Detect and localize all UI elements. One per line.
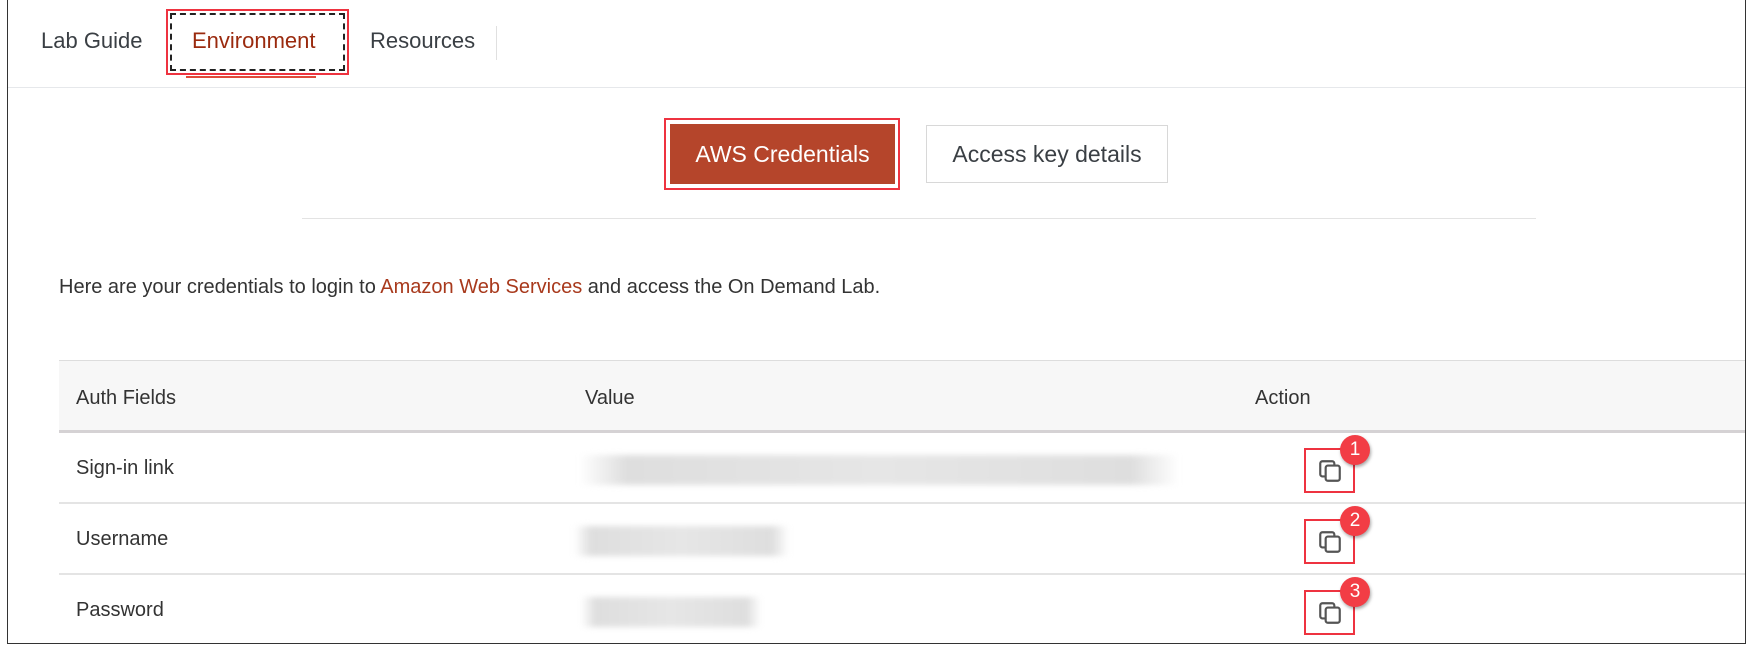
copy-icon — [1318, 530, 1341, 553]
tab-divider — [496, 26, 497, 60]
access-key-details-button[interactable]: Access key details — [926, 125, 1168, 183]
redacted-value — [574, 526, 789, 556]
active-tab-underline — [186, 76, 316, 78]
intro-text: Here are your credentials to login to Am… — [59, 276, 880, 299]
credentials-table: Auth Fields Value Action Sign-in link 1 … — [59, 360, 1745, 643]
copy-icon — [1318, 601, 1341, 624]
step-badge: 1 — [1340, 435, 1370, 465]
step-badge: 2 — [1340, 506, 1370, 536]
aws-credentials-button[interactable]: AWS Credentials — [670, 124, 895, 184]
redacted-value — [579, 455, 1179, 485]
header-value: Value — [585, 387, 635, 409]
tab-bar: Lab Guide Environment Resources — [8, 0, 1745, 88]
aws-link[interactable]: Amazon Web Services — [380, 276, 582, 298]
field-label: Password — [76, 599, 164, 621]
field-label: Sign-in link — [76, 457, 174, 479]
header-action: Action — [1255, 387, 1311, 409]
lab-panel: Lab Guide Environment Resources AWS Cred… — [7, 0, 1746, 644]
tab-resources[interactable]: Resources — [370, 28, 475, 54]
table-row: Password 3 — [59, 575, 1745, 643]
table-row: Sign-in link 1 — [59, 433, 1745, 504]
divider — [302, 218, 1536, 219]
table-row: Username 2 — [59, 504, 1745, 575]
intro-suffix: and access the On Demand Lab. — [582, 276, 881, 298]
tab-lab-guide[interactable]: Lab Guide — [41, 28, 143, 54]
tab-environment[interactable]: Environment — [192, 28, 316, 54]
intro-prefix: Here are your credentials to login to — [59, 276, 381, 298]
copy-icon — [1318, 459, 1341, 482]
header-auth-fields: Auth Fields — [76, 387, 177, 409]
redacted-value — [581, 597, 761, 627]
field-label: Username — [76, 528, 169, 550]
step-badge: 3 — [1340, 577, 1370, 607]
table-header: Auth Fields Value Action — [59, 360, 1745, 433]
